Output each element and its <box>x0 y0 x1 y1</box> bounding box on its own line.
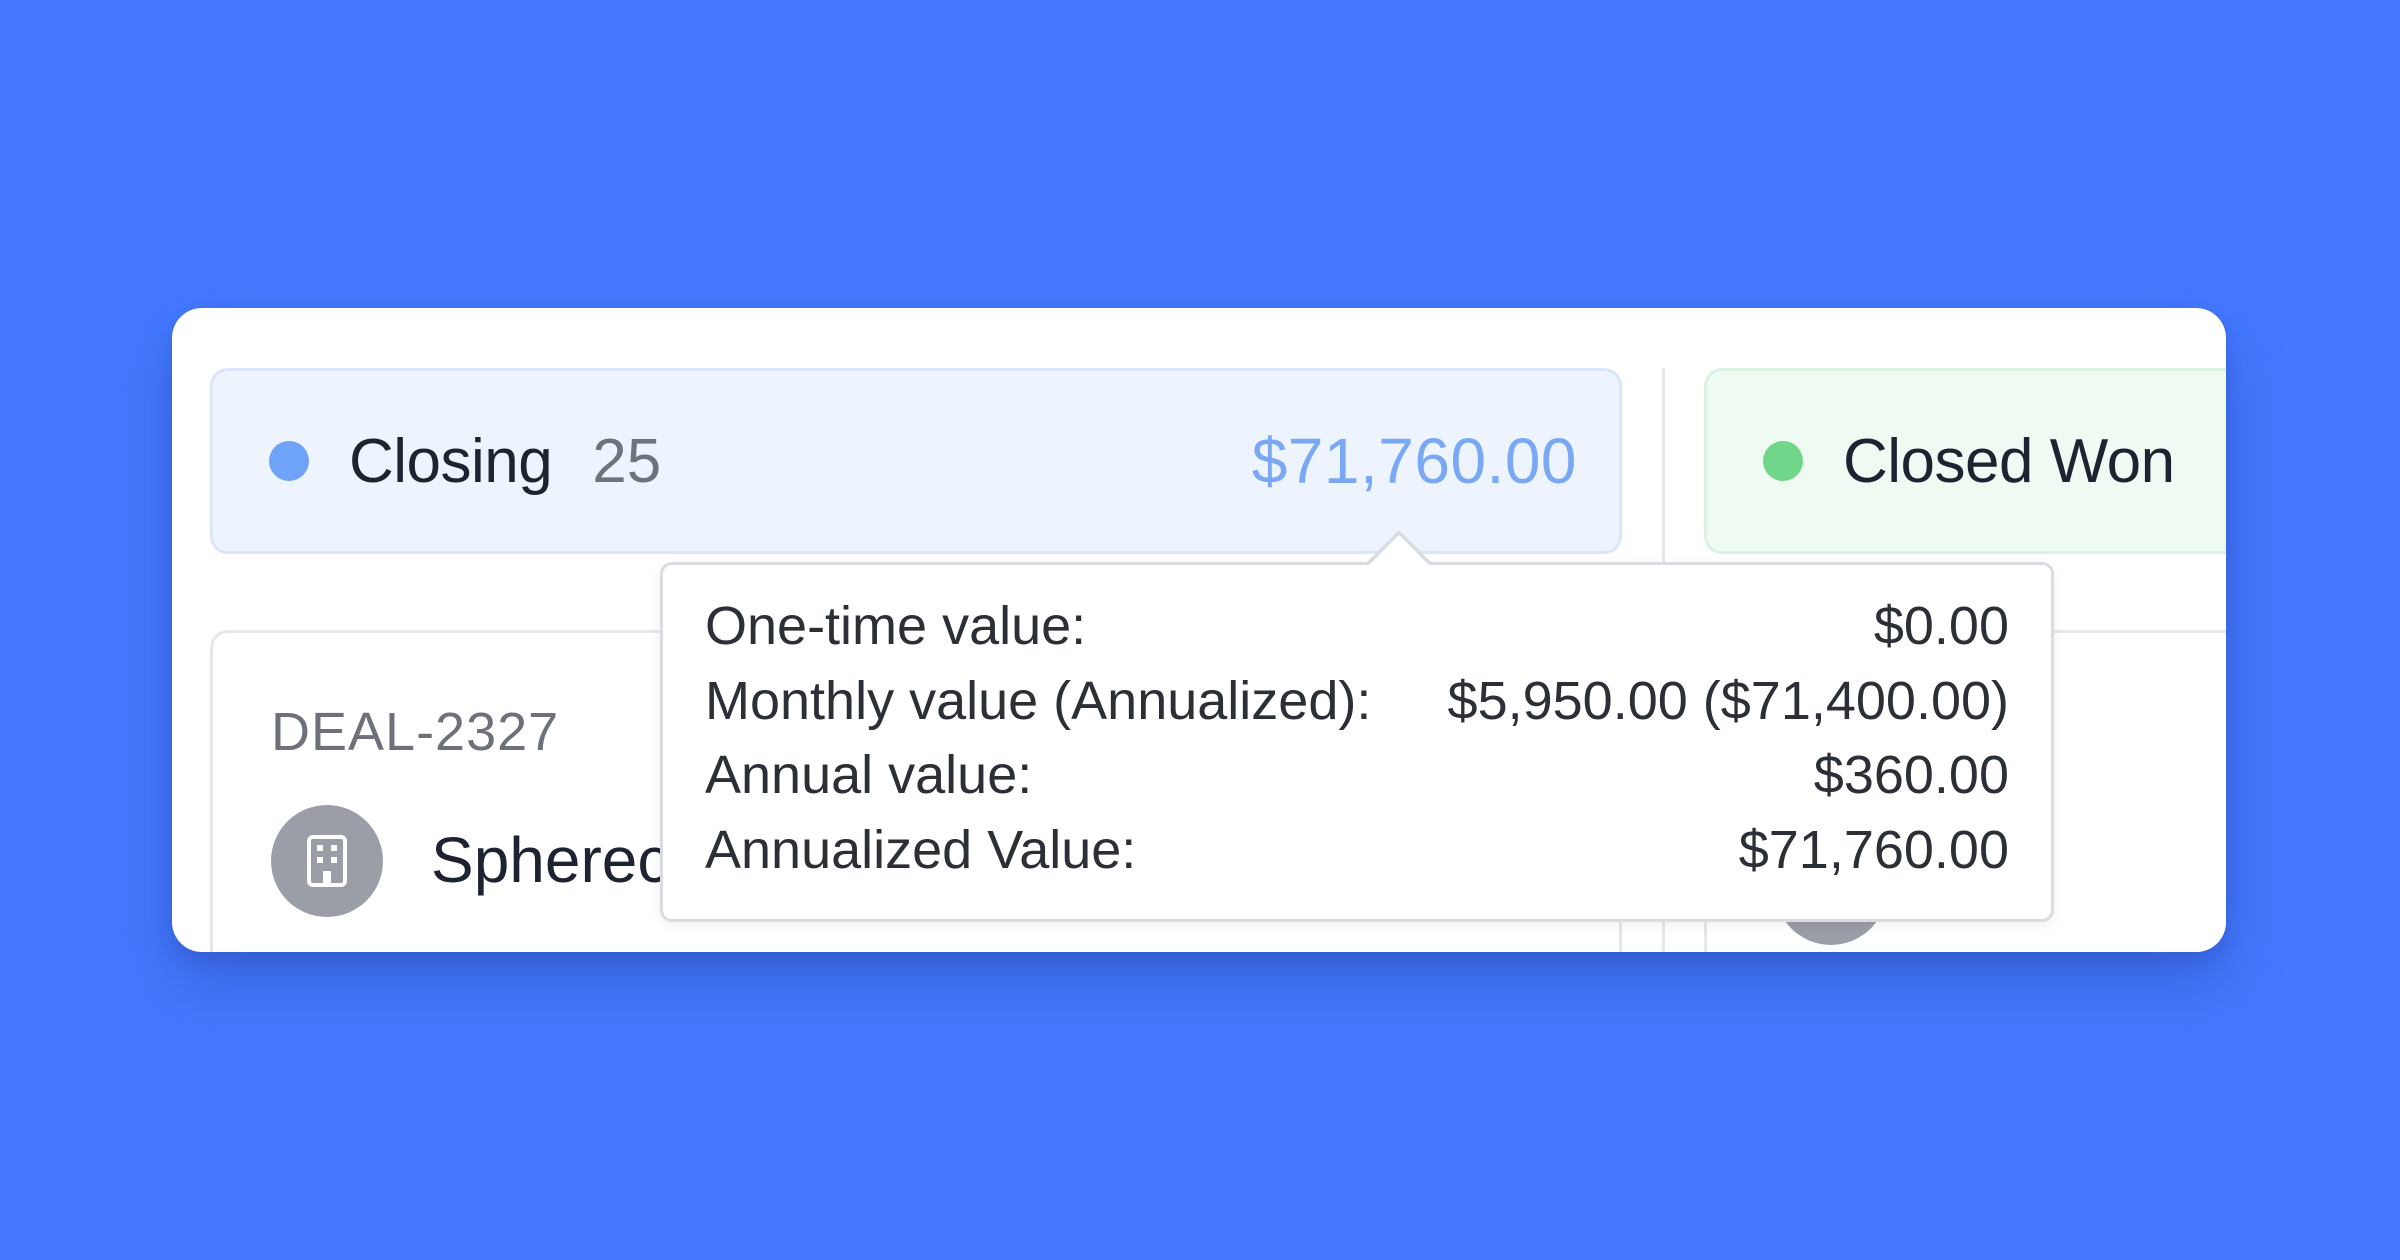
tooltip-value: $5,950.00 ($71,400.00) <box>1447 670 2009 731</box>
tooltip-row-annual: Annual value: $360.00 <box>705 744 2009 819</box>
tooltip-value: $71,760.00 <box>1738 819 2009 880</box>
tooltip-value: $360.00 <box>1813 745 2009 805</box>
tooltip-arrow-fill <box>1368 535 1430 566</box>
tooltip-row-monthly: Monthly value (Annualized): $5,950.00 ($… <box>705 670 2009 745</box>
tooltip-label: One-time value: <box>705 596 1087 656</box>
stage-name: Closing <box>349 426 553 496</box>
stage-status-dot <box>1763 441 1803 481</box>
value-breakdown-tooltip: One-time value: $0.00 Monthly value (Ann… <box>660 562 2054 922</box>
tooltip-value: $0.00 <box>1873 596 2009 656</box>
deal-id: DEAL-2327 <box>271 702 560 762</box>
stage-total-value[interactable]: $71,760.00 <box>1252 424 1577 498</box>
pipeline-board: Closing 25 $71,760.00 Closed Won DEAL-23… <box>172 308 2226 952</box>
building-icon <box>307 835 347 887</box>
tooltip-row-one-time: One-time value: $0.00 <box>705 595 2009 670</box>
company-avatar <box>271 805 383 917</box>
tooltip-label: Annual value: <box>705 745 1033 805</box>
stage-deal-count: 25 <box>592 426 662 496</box>
tooltip-label: Monthly value (Annualized): <box>705 670 1372 731</box>
tooltip-label: Annualized Value: <box>705 819 1137 880</box>
tooltip-row-annualized: Annualized Value: $71,760.00 <box>705 819 2009 894</box>
company-name[interactable]: Spherec <box>431 823 669 897</box>
stage-header-closing[interactable]: Closing 25 $71,760.00 <box>210 368 1622 554</box>
stage-status-dot <box>269 441 309 481</box>
stage-name: Closed Won <box>1843 426 2175 496</box>
stage-header-closed-won[interactable]: Closed Won <box>1704 368 2226 554</box>
